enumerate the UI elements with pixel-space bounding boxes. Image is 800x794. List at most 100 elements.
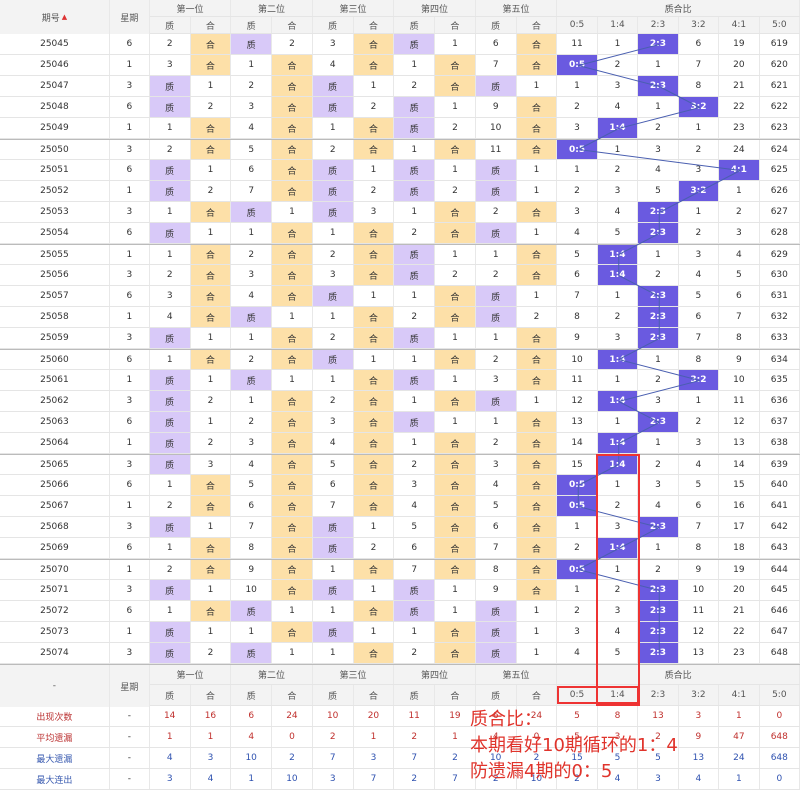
zhi-cell: 质: [394, 34, 436, 54]
zhi-cell: 质: [149, 455, 191, 474]
ratio-cell: 644: [760, 560, 800, 579]
period-header[interactable]: 期号 ▲: [0, 0, 110, 34]
he-cell: 合: [516, 245, 558, 264]
zhi-subheader: 质: [312, 685, 354, 705]
ratio-cell: 1: [638, 97, 679, 117]
ratio-cell: 2: [598, 55, 639, 75]
he-cell: 1: [517, 643, 558, 663]
ratio-hit-cell: 0:5: [557, 140, 598, 159]
stats-ratio-value: 24: [719, 748, 760, 768]
footer-header-row: - 星期 第一位 第二位 第三位 第四位 第五位 质合比: [0, 664, 800, 707]
ratio-cell: 2: [638, 370, 679, 390]
he-cell: 合: [435, 223, 476, 243]
zhi-cell: 1: [394, 391, 436, 411]
he-cell: 合: [190, 601, 232, 621]
he-cell: 合: [516, 496, 558, 516]
zhi-cell: 4: [476, 475, 517, 495]
stats-row: 出现次数 -14 16 6 24 10 20 11 19 6 24 5 8 13 3 1 0: [0, 706, 800, 727]
ratio-cell: 16: [719, 496, 760, 516]
zhi-cell: 质: [312, 622, 354, 642]
he-cell: 1: [354, 622, 395, 642]
he-cell: 2: [191, 643, 232, 663]
he-cell: 合: [435, 475, 476, 495]
ratio-cell: 631: [760, 286, 800, 306]
stats-value: 3: [313, 769, 354, 789]
week-cell: 1: [110, 433, 150, 453]
week-cell: 6: [110, 412, 150, 432]
zhi-cell: 质: [149, 160, 191, 180]
he-cell: 合: [272, 97, 313, 117]
ratio-cell: 1: [557, 160, 598, 180]
stats-value: 7: [354, 769, 395, 789]
ratio-cell: 4: [557, 643, 598, 663]
he-cell: 合: [516, 202, 558, 222]
ratio-cell: 1: [679, 202, 720, 222]
ratio-cell: 3: [638, 391, 679, 411]
zhi-cell: 2: [394, 223, 436, 243]
ratio-cell: 632: [760, 307, 800, 327]
ratio-cell: 19: [719, 560, 760, 579]
zhi-cell: 1: [231, 391, 273, 411]
annotation-line-3: 防遗漏4期的0：5: [470, 761, 613, 782]
ratio-subheader: 3:2: [678, 17, 720, 33]
table-row: 25072 6 1 合质 1 1 合质 1 质 1 2 3 2:3 11 21 646: [0, 601, 800, 622]
zhi-cell: 质: [312, 181, 354, 201]
footer-pos-header: 第一位: [149, 665, 232, 684]
he-cell: 2: [354, 97, 395, 117]
week-cell: 1: [110, 55, 150, 75]
stats-value: 7: [394, 748, 436, 768]
week-cell: 3: [110, 643, 150, 663]
ratio-cell: 2: [719, 202, 760, 222]
stats-value: 1: [354, 727, 395, 747]
zhi-cell: 质: [149, 223, 191, 243]
table-row: 25056 3 2 合 3 合 3 合质 2 2 合 6 1:4 2 4 5 630: [0, 265, 800, 286]
zhi-cell: 质: [312, 76, 354, 96]
he-cell: 合: [353, 307, 395, 327]
ratio-cell: 2: [679, 412, 720, 432]
ratio-cell: 24: [719, 140, 760, 159]
stats-value: 4: [150, 748, 191, 768]
stats-ratio-value: 1: [719, 706, 760, 726]
zhi-cell: 2: [394, 455, 436, 474]
he-cell: 2: [354, 181, 395, 201]
he-cell: 合: [353, 34, 395, 54]
he-cell: 合: [516, 580, 558, 600]
ratio-cell: 1: [638, 55, 679, 75]
ratio-cell: 2: [557, 181, 598, 201]
period-cell: 25060: [0, 350, 110, 369]
stats-value: 3: [191, 748, 232, 768]
he-subheader: 合: [435, 685, 476, 705]
ratio-cell: 619: [760, 34, 800, 54]
zhi-cell: 质: [475, 601, 517, 621]
ratio-hit-cell: 0:5: [557, 560, 598, 579]
ratio-cell: 624: [760, 140, 800, 159]
stats-value: 6: [231, 706, 273, 726]
stats-value: 2: [394, 727, 436, 747]
ratio-cell: 10: [719, 370, 760, 390]
ratio-cell: 4: [679, 455, 720, 474]
ratio-cell: 10: [679, 580, 720, 600]
week-cell: 6: [110, 286, 150, 306]
he-cell: 合: [190, 55, 232, 75]
zhi-cell: 质: [394, 370, 436, 390]
ratio-cell: 647: [760, 622, 800, 642]
table-row: 25046 1 3 合 1 合 4 合 1 合 7 合 0:5 2 1 7 20 620: [0, 55, 800, 76]
zhi-cell: 质: [231, 307, 273, 327]
he-cell: 合: [516, 433, 558, 453]
he-cell: 1: [517, 622, 558, 642]
zhi-cell: 2: [231, 245, 273, 264]
ratio-cell: 633: [760, 328, 800, 348]
ratio-subheader: 5:0: [759, 685, 800, 705]
he-cell: 合: [353, 560, 395, 579]
week-cell: 3: [110, 328, 150, 348]
ratio-cell: 3: [638, 140, 679, 159]
he-cell: 合: [272, 622, 313, 642]
he-cell: 合: [516, 118, 558, 138]
he-cell: 1: [517, 601, 558, 621]
table-row: 25052 1 质 2 7 合质 2 质 2 质 1 2 3 5 3:2 1 626: [0, 181, 800, 202]
ratio-cell: 5: [598, 643, 639, 663]
he-cell: 合: [353, 265, 395, 285]
ratio-cell: 7: [719, 307, 760, 327]
sort-icon[interactable]: ▲: [62, 13, 67, 21]
zhi-cell: 质: [312, 97, 354, 117]
